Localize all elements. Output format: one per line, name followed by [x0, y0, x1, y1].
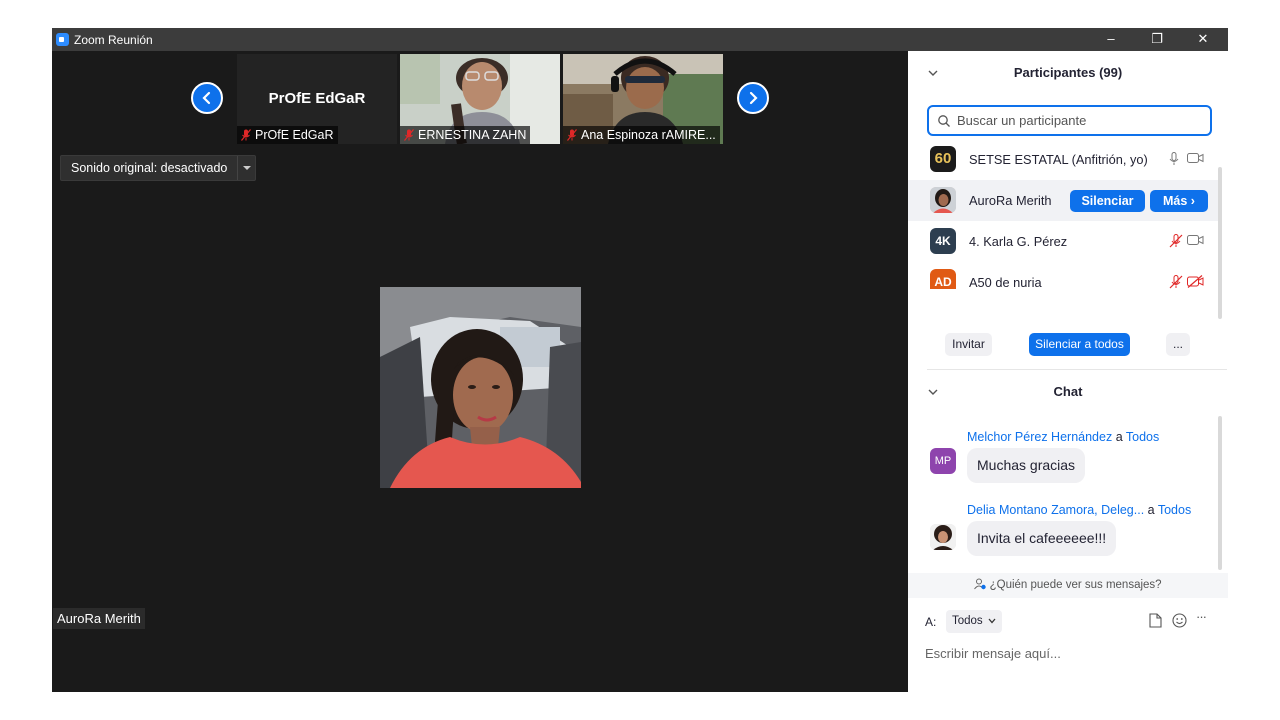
chat-header[interactable]: Chat: [908, 379, 1228, 405]
window-title: Zoom Reunión: [74, 33, 153, 47]
mic-muted-icon[interactable]: [1169, 275, 1183, 289]
participant-avatar: 4K: [930, 228, 956, 254]
chat-recipient[interactable]: Todos: [1126, 430, 1159, 444]
participants-header[interactable]: Participantes (99): [908, 60, 1228, 86]
chevron-down-icon: [988, 618, 996, 624]
title-bar: Zoom Reunión – ❐ ✕: [52, 28, 1228, 51]
participant-avatar: AD: [930, 269, 956, 289]
more-options-button[interactable]: Más ›: [1150, 190, 1208, 212]
participants-more-button[interactable]: ...: [1166, 333, 1190, 356]
participant-search-placeholder: Buscar un participante: [957, 113, 1087, 128]
participant-photo: [930, 187, 956, 213]
section-divider: [927, 369, 1227, 370]
original-sound-label: Sonido original: desactivado: [71, 161, 228, 175]
microphone-icon[interactable]: [1169, 152, 1179, 166]
user-visibility-icon: [974, 578, 987, 590]
active-speaker-name: AuroRa Merith: [53, 608, 145, 629]
chat-sender[interactable]: Melchor Pérez Hernández: [967, 430, 1112, 444]
participant-name: SETSE ESTATAL (Anfitrión, yo): [969, 152, 1148, 167]
mic-off-icon: [241, 129, 251, 141]
zoom-app-icon: [56, 33, 69, 46]
active-speaker-video: [380, 287, 581, 488]
participant-list: 60 SETSE ESTATAL (Anfitrión, yo) AuroRa …: [908, 139, 1228, 289]
chat-avatar-photo: [930, 524, 956, 550]
participant-name: 4. Karla G. Pérez: [969, 234, 1068, 249]
mute-all-button[interactable]: Silenciar a todos: [1029, 333, 1130, 356]
participant-row[interactable]: 4K 4. Karla G. Pérez: [908, 221, 1218, 262]
mic-muted-icon[interactable]: [1169, 234, 1183, 248]
thumbnail-name: ERNESTINA ZAHN: [418, 128, 527, 142]
chat-message-bubble: Muchas gracias: [967, 448, 1086, 483]
participant-avatar: [930, 187, 956, 213]
mute-participant-button[interactable]: Silenciar: [1070, 190, 1145, 212]
video-stage: PrOfE EdGaR PrOfE EdGaR ERNESTINA ZAHN A…: [52, 51, 908, 692]
chevron-left-icon: [202, 91, 211, 105]
chat-connector: a: [1115, 430, 1123, 444]
thumbnail-name: PrOfE EdGaR: [255, 128, 334, 142]
emoji-icon[interactable]: [1172, 613, 1187, 628]
thumbnail-label: Ana Espinoza rAMIRE...: [563, 126, 720, 144]
chat-avatar: [930, 524, 956, 550]
participant-name: A50 de nuria: [969, 275, 1042, 289]
video-camera-icon[interactable]: [1187, 234, 1204, 246]
chat-message-header: Melchor Pérez Hernández a Todos: [967, 430, 1159, 444]
chevron-down-icon: [928, 389, 938, 395]
mic-off-icon: [404, 129, 414, 141]
zoom-window: Zoom Reunión – ❐ ✕ PrOfE EdGaR PrOfE EdG…: [52, 28, 1228, 692]
participant-search-field[interactable]: Buscar un participante: [927, 105, 1212, 136]
chat-connector: a: [1147, 503, 1155, 517]
mic-off-icon: [567, 129, 577, 141]
thumbnail-label: ERNESTINA ZAHN: [400, 126, 531, 144]
participant-thumbnail[interactable]: Ana Espinoza rAMIRE...: [563, 54, 723, 144]
thumbnail-display-name: PrOfE EdGaR: [268, 90, 366, 107]
chat-avatar: MP: [930, 448, 956, 474]
minimize-button[interactable]: –: [1088, 28, 1134, 51]
participant-list-scrollbar[interactable]: [1218, 167, 1222, 319]
participant-row[interactable]: AD A50 de nuria: [908, 262, 1218, 289]
participant-name: AuroRa Merith: [969, 193, 1052, 208]
who-can-see-label: ¿Quién puede ver sus mensajes?: [989, 579, 1162, 591]
participant-avatar: 60: [930, 146, 956, 172]
participant-row[interactable]: AuroRa Merith Silenciar Más ›: [908, 180, 1218, 221]
recipient-select[interactable]: Todos: [946, 610, 1002, 633]
participant-row[interactable]: 60 SETSE ESTATAL (Anfitrión, yo): [908, 139, 1218, 180]
original-sound-toggle[interactable]: Sonido original: desactivado: [60, 155, 257, 181]
file-icon[interactable]: [1149, 613, 1162, 628]
side-panel: Participantes (99) Buscar un participant…: [908, 51, 1228, 692]
chat-recipient[interactable]: Todos: [1158, 503, 1191, 517]
participants-title: Participantes (99): [1013, 65, 1123, 80]
thumbnail-label: PrOfE EdGaR: [237, 126, 338, 144]
search-icon: [938, 114, 950, 127]
recipient-value: Todos: [952, 615, 983, 627]
chat-title: Chat: [1053, 384, 1083, 399]
chat-sender[interactable]: Delia Montano Zamora, Deleg...: [967, 503, 1144, 517]
who-can-see-messages[interactable]: ¿Quién puede ver sus mensajes?: [908, 573, 1228, 598]
invite-button[interactable]: Invitar: [945, 333, 992, 356]
participant-thumbnail[interactable]: PrOfE EdGaR PrOfE EdGaR: [237, 54, 397, 144]
chevron-right-icon: [749, 91, 758, 105]
participant-thumbnail[interactable]: ERNESTINA ZAHN: [400, 54, 560, 144]
video-off-icon[interactable]: [1187, 275, 1204, 288]
recipient-label: A:: [925, 615, 937, 629]
chat-message-header: Delia Montano Zamora, Deleg... a Todos: [967, 503, 1191, 517]
video-camera-icon[interactable]: [1187, 152, 1204, 164]
close-button[interactable]: ✕: [1180, 28, 1226, 51]
original-sound-dropdown-icon[interactable]: [237, 156, 255, 180]
prev-page-button[interactable]: [191, 82, 223, 114]
thumbnail-name: Ana Espinoza rAMIRE...: [581, 128, 716, 142]
chat-message-input[interactable]: [925, 642, 1215, 664]
chat-scrollbar[interactable]: [1218, 416, 1222, 570]
restore-button[interactable]: ❐: [1134, 28, 1180, 51]
next-page-button[interactable]: [737, 82, 769, 114]
chevron-down-icon: [928, 70, 938, 76]
speaker-video-image: [380, 287, 581, 488]
more-chat-options-icon[interactable]: ···: [1196, 609, 1207, 624]
chat-message-bubble: Invita el cafeeeeee!!!: [967, 521, 1117, 556]
